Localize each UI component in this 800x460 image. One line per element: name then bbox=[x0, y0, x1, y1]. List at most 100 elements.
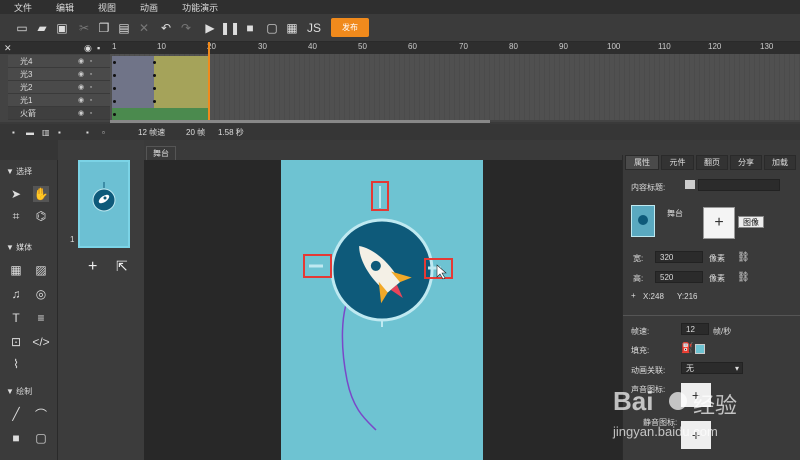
plus-icon[interactable]: + bbox=[631, 291, 636, 300]
stop-icon[interactable]: ■ bbox=[242, 20, 258, 36]
menu-animation[interactable]: 动画 bbox=[140, 1, 158, 14]
delete-icon[interactable]: ✕ bbox=[136, 20, 152, 36]
content-title-input[interactable] bbox=[698, 179, 780, 191]
page-thumbnail[interactable] bbox=[78, 160, 130, 248]
crop-icon[interactable]: ⌬ bbox=[33, 208, 49, 224]
rectangle-icon[interactable]: ■ bbox=[8, 430, 24, 446]
eye-icon[interactable]: ◉ bbox=[76, 96, 86, 104]
qrcode-icon[interactable]: ▦ bbox=[284, 20, 300, 36]
add-image-button[interactable]: + bbox=[703, 207, 735, 239]
timeline-ruler[interactable]: ✕ ◉ ▪ 1 10 20 30 40 50 60 70 80 90 100 1… bbox=[0, 42, 800, 54]
layer-option-icon[interactable]: ▪ bbox=[58, 128, 61, 137]
close-icon[interactable]: ✕ bbox=[4, 43, 12, 54]
open-folder-icon[interactable]: ▰ bbox=[34, 20, 50, 36]
add-folder-icon[interactable]: ▬ bbox=[26, 128, 34, 137]
height-input[interactable]: 520 bbox=[655, 271, 703, 283]
frame-span[interactable] bbox=[112, 69, 154, 82]
undo-icon[interactable]: ↶ bbox=[158, 20, 174, 36]
cut-icon[interactable]: ✂ bbox=[76, 20, 92, 36]
paste-icon[interactable]: ▤ bbox=[116, 20, 132, 36]
keyframe[interactable] bbox=[153, 61, 156, 64]
width-input[interactable]: 320 bbox=[655, 251, 703, 263]
preview-icon[interactable]: ▢ bbox=[264, 20, 280, 36]
eye-icon[interactable]: ◉ bbox=[76, 57, 86, 65]
hand-tool-icon[interactable]: ✋ bbox=[33, 186, 49, 202]
arrow-select-icon[interactable]: ➤ bbox=[8, 186, 24, 202]
frame-grid[interactable] bbox=[110, 54, 800, 120]
menu-view[interactable]: 视图 bbox=[98, 1, 116, 14]
image-icon[interactable]: ▨ bbox=[33, 262, 49, 278]
lock-icon[interactable]: ▫ bbox=[86, 84, 96, 91]
keyframe[interactable] bbox=[113, 87, 116, 90]
frame-icon[interactable]: ▪ bbox=[86, 128, 89, 137]
line-icon[interactable]: ╱ bbox=[8, 406, 24, 422]
keyframe[interactable] bbox=[153, 100, 156, 103]
layer-row[interactable]: 火箭 ◉ ▫ bbox=[8, 107, 110, 120]
keyframe[interactable] bbox=[113, 113, 116, 116]
pause-icon[interactable]: ❚❚ bbox=[220, 20, 240, 36]
frame-span[interactable] bbox=[112, 56, 154, 69]
lock-icon[interactable]: ▪ bbox=[97, 43, 100, 53]
lock-icon[interactable]: ▫ bbox=[86, 97, 96, 104]
tab-pageturn[interactable]: 翻页 bbox=[696, 155, 728, 170]
curve-icon[interactable]: ⌒ bbox=[33, 406, 49, 422]
code-icon[interactable]: </> bbox=[32, 334, 49, 350]
lock-icon[interactable]: ▫ bbox=[86, 58, 96, 65]
new-file-icon[interactable]: ▭ bbox=[14, 20, 30, 36]
keyframe[interactable] bbox=[113, 61, 116, 64]
copy-icon[interactable]: ❐ bbox=[96, 20, 112, 36]
timeline-scrollbar[interactable] bbox=[110, 120, 490, 123]
eye-icon[interactable]: ◉ bbox=[76, 83, 86, 91]
grid-icon[interactable]: ▦ bbox=[8, 262, 24, 278]
frame-span[interactable] bbox=[112, 82, 154, 95]
frame-span[interactable] bbox=[154, 56, 209, 69]
keyframe[interactable] bbox=[153, 87, 156, 90]
add-layer-icon[interactable]: ▪ bbox=[12, 128, 15, 137]
transform-icon[interactable]: ⌗ bbox=[8, 208, 24, 224]
save-icon[interactable]: ▣ bbox=[54, 20, 70, 36]
frame-span[interactable] bbox=[112, 95, 154, 108]
paint-bucket-icon[interactable]: ⛽ bbox=[681, 343, 693, 354]
menu-demo[interactable]: 功能演示 bbox=[182, 1, 218, 14]
keyframe[interactable] bbox=[153, 74, 156, 77]
layer-row[interactable]: 光2 ◉ ▫ bbox=[8, 81, 110, 94]
section-header[interactable]: ▼ 选择 bbox=[0, 164, 58, 178]
fill-color-swatch[interactable] bbox=[695, 344, 705, 354]
eye-icon[interactable]: ◉ bbox=[84, 43, 92, 54]
frame-span[interactable] bbox=[154, 82, 209, 95]
text-icon[interactable]: T bbox=[8, 310, 24, 326]
menu-edit[interactable]: 编辑 bbox=[56, 1, 74, 14]
playhead[interactable] bbox=[208, 42, 210, 122]
delete-layer-icon[interactable]: ▥ bbox=[42, 128, 50, 137]
lock-icon[interactable]: ▫ bbox=[86, 71, 96, 78]
eye-icon[interactable]: ◉ bbox=[76, 109, 86, 117]
framerate-input[interactable]: 12 bbox=[681, 323, 709, 335]
tab-components[interactable]: 元件 bbox=[661, 155, 694, 170]
play-icon[interactable]: ▶ bbox=[202, 20, 218, 36]
keyframe[interactable] bbox=[113, 74, 116, 77]
stage-tab[interactable]: 舞台 bbox=[146, 146, 176, 160]
keyframe-icon[interactable]: ▫ bbox=[102, 128, 105, 137]
video-icon[interactable]: ◎ bbox=[33, 286, 49, 302]
chart-icon[interactable]: ⌇ bbox=[8, 356, 24, 372]
tab-properties[interactable]: 属性 bbox=[625, 155, 659, 170]
js-icon[interactable]: JS bbox=[306, 20, 322, 36]
image-button[interactable]: 图像 bbox=[738, 216, 764, 228]
publish-button[interactable]: 发布 bbox=[331, 18, 369, 37]
menu-file[interactable]: 文件 bbox=[14, 1, 32, 14]
paragraph-icon[interactable]: ≡ bbox=[33, 310, 49, 326]
layer-row[interactable]: 光4 ◉ ▫ bbox=[8, 55, 110, 68]
import-page-icon[interactable]: ⇱ bbox=[116, 258, 128, 275]
eye-icon[interactable]: ◉ bbox=[76, 70, 86, 78]
stage-canvas[interactable] bbox=[281, 160, 483, 460]
web-frame-icon[interactable]: ⊡ bbox=[8, 334, 24, 350]
stage-thumbnail[interactable] bbox=[631, 205, 655, 237]
frame-span[interactable] bbox=[154, 95, 209, 108]
lock-icon[interactable]: ▫ bbox=[86, 110, 96, 117]
section-header[interactable]: ▼ 媒体 bbox=[0, 240, 58, 254]
rounded-rect-icon[interactable]: ▢ bbox=[33, 430, 49, 446]
tab-share[interactable]: 分享 bbox=[730, 155, 762, 170]
layer-row[interactable]: 光3 ◉ ▫ bbox=[8, 68, 110, 81]
anim-link-select[interactable]: 无 ▾ bbox=[681, 362, 743, 374]
keyframe[interactable] bbox=[113, 100, 116, 103]
